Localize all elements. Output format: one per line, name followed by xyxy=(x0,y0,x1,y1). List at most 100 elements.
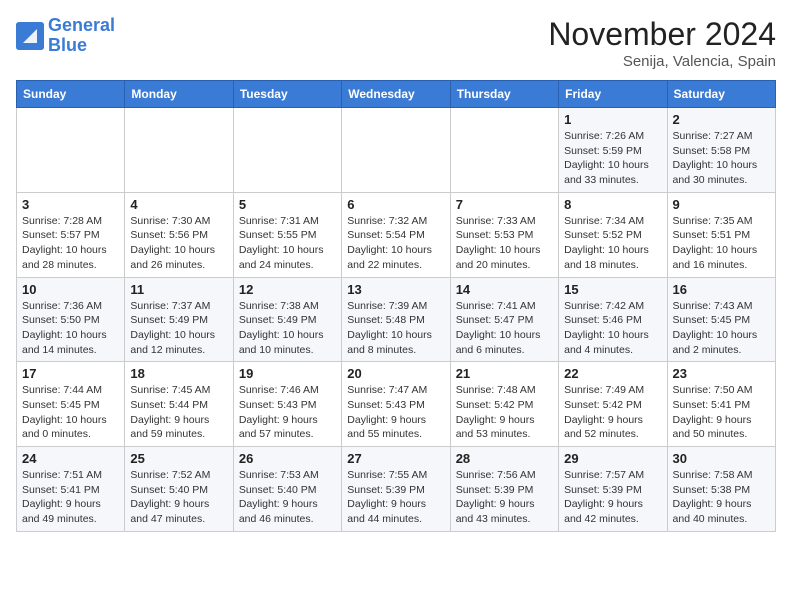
day-info: Sunrise: 7:50 AMSunset: 5:41 PMDaylight:… xyxy=(673,383,770,442)
day-info: Sunrise: 7:33 AMSunset: 5:53 PMDaylight:… xyxy=(456,214,553,273)
calendar-header: SundayMondayTuesdayWednesdayThursdayFrid… xyxy=(17,81,776,108)
calendar-cell: 7Sunrise: 7:33 AMSunset: 5:53 PMDaylight… xyxy=(450,192,558,277)
day-info: Sunrise: 7:36 AMSunset: 5:50 PMDaylight:… xyxy=(22,299,119,358)
calendar-cell: 13Sunrise: 7:39 AMSunset: 5:48 PMDayligh… xyxy=(342,277,450,362)
calendar-body: 1Sunrise: 7:26 AMSunset: 5:59 PMDaylight… xyxy=(17,108,776,532)
day-info: Sunrise: 7:53 AMSunset: 5:40 PMDaylight:… xyxy=(239,468,336,527)
day-number: 22 xyxy=(564,366,661,381)
day-number: 9 xyxy=(673,197,770,212)
calendar-cell: 17 Sunrise: 7:44 AMSunset: 5:45 PMDayligh… xyxy=(17,362,125,447)
page-header: General Blue November 2024 Senija, Valen… xyxy=(16,16,776,70)
calendar-cell: 14Sunrise: 7:41 AMSunset: 5:47 PMDayligh… xyxy=(450,277,558,362)
day-info: Sunrise: 7:38 AMSunset: 5:49 PMDaylight:… xyxy=(239,299,336,358)
calendar-cell: 1Sunrise: 7:26 AMSunset: 5:59 PMDaylight… xyxy=(559,108,667,193)
calendar-cell: 3 Sunrise: 7:28 AMSunset: 5:57 PMDaylight… xyxy=(17,192,125,277)
calendar-cell: 30 Sunrise: 7:58 AMSunset: 5:38 PMDayligh… xyxy=(667,447,775,532)
calendar-cell: 4 Sunrise: 7:30 AMSunset: 5:56 PMDaylight… xyxy=(125,192,233,277)
day-number: 1 xyxy=(564,112,661,127)
day-number: 4 xyxy=(130,197,227,212)
weekday-header-friday: Friday xyxy=(559,81,667,108)
calendar-cell: 29 Sunrise: 7:57 AMSunset: 5:39 PMDayligh… xyxy=(559,447,667,532)
weekday-header-row: SundayMondayTuesdayWednesdayThursdayFrid… xyxy=(17,81,776,108)
calendar-cell: 5 Sunrise: 7:31 AMSunset: 5:55 PMDaylight… xyxy=(233,192,341,277)
day-info: Sunrise: 7:52 AMSunset: 5:40 PMDaylight:… xyxy=(130,468,227,527)
day-number: 28 xyxy=(456,451,553,466)
title-block: November 2024 Senija, Valencia, Spain xyxy=(548,16,776,70)
calendar-cell xyxy=(342,108,450,193)
day-info: Sunrise: 7:48 AMSunset: 5:42 PMDaylight:… xyxy=(456,383,553,442)
day-info: Sunrise: 7:28 AMSunset: 5:57 PMDaylight:… xyxy=(22,214,119,273)
logo-icon xyxy=(16,22,44,50)
day-info: Sunrise: 7:32 AMSunset: 5:54 PMDaylight:… xyxy=(347,214,444,273)
calendar-cell: 2 Sunrise: 7:27 AMSunset: 5:58 PMDaylight… xyxy=(667,108,775,193)
month-title: November 2024 xyxy=(548,16,776,53)
day-info: Sunrise: 7:34 AMSunset: 5:52 PMDaylight:… xyxy=(564,214,661,273)
logo: General Blue xyxy=(16,16,115,56)
logo-text: General Blue xyxy=(48,16,115,56)
day-info: Sunrise: 7:57 AMSunset: 5:39 PMDaylight:… xyxy=(564,468,661,527)
day-info: Sunrise: 7:27 AMSunset: 5:58 PMDaylight:… xyxy=(673,129,770,188)
calendar-cell: 21Sunrise: 7:48 AMSunset: 5:42 PMDayligh… xyxy=(450,362,558,447)
calendar-table: SundayMondayTuesdayWednesdayThursdayFrid… xyxy=(16,80,776,532)
day-number: 17 xyxy=(22,366,119,381)
day-number: 8 xyxy=(564,197,661,212)
weekday-header-saturday: Saturday xyxy=(667,81,775,108)
day-info: Sunrise: 7:31 AMSunset: 5:55 PMDaylight:… xyxy=(239,214,336,273)
weekday-header-monday: Monday xyxy=(125,81,233,108)
day-number: 2 xyxy=(673,112,770,127)
calendar-cell: 28 Sunrise: 7:56 AMSunset: 5:39 PMDayligh… xyxy=(450,447,558,532)
day-number: 6 xyxy=(347,197,444,212)
day-info: Sunrise: 7:43 AMSunset: 5:45 PMDaylight:… xyxy=(673,299,770,358)
weekday-header-wednesday: Wednesday xyxy=(342,81,450,108)
calendar-cell: 12 Sunrise: 7:38 AMSunset: 5:49 PMDayligh… xyxy=(233,277,341,362)
calendar-cell: 11 Sunrise: 7:37 AMSunset: 5:49 PMDayligh… xyxy=(125,277,233,362)
location-subtitle: Senija, Valencia, Spain xyxy=(548,53,776,70)
day-number: 19 xyxy=(239,366,336,381)
calendar-cell xyxy=(17,108,125,193)
day-number: 15 xyxy=(564,282,661,297)
day-number: 25 xyxy=(130,451,227,466)
day-number: 30 xyxy=(673,451,770,466)
calendar-cell xyxy=(233,108,341,193)
day-info: Sunrise: 7:35 AMSunset: 5:51 PMDaylight:… xyxy=(673,214,770,273)
day-number: 12 xyxy=(239,282,336,297)
day-number: 5 xyxy=(239,197,336,212)
weekday-header-thursday: Thursday xyxy=(450,81,558,108)
day-info: Sunrise: 7:30 AMSunset: 5:56 PMDaylight:… xyxy=(130,214,227,273)
calendar-cell: 16Sunrise: 7:43 AMSunset: 5:45 PMDayligh… xyxy=(667,277,775,362)
week-row-2: 3 Sunrise: 7:28 AMSunset: 5:57 PMDaylight… xyxy=(17,192,776,277)
day-info: Sunrise: 7:41 AMSunset: 5:47 PMDaylight:… xyxy=(456,299,553,358)
day-info: Sunrise: 7:44 AMSunset: 5:45 PMDaylight:… xyxy=(22,383,119,442)
weekday-header-tuesday: Tuesday xyxy=(233,81,341,108)
week-row-3: 10Sunrise: 7:36 AMSunset: 5:50 PMDayligh… xyxy=(17,277,776,362)
calendar-cell: 27Sunrise: 7:55 AMSunset: 5:39 PMDayligh… xyxy=(342,447,450,532)
day-number: 27 xyxy=(347,451,444,466)
calendar-cell: 15 Sunrise: 7:42 AMSunset: 5:46 PMDayligh… xyxy=(559,277,667,362)
calendar-cell xyxy=(125,108,233,193)
day-info: Sunrise: 7:42 AMSunset: 5:46 PMDaylight:… xyxy=(564,299,661,358)
calendar-cell: 19Sunrise: 7:46 AMSunset: 5:43 PMDayligh… xyxy=(233,362,341,447)
day-number: 29 xyxy=(564,451,661,466)
calendar-cell: 9 Sunrise: 7:35 AMSunset: 5:51 PMDaylight… xyxy=(667,192,775,277)
day-info: Sunrise: 7:56 AMSunset: 5:39 PMDaylight:… xyxy=(456,468,553,527)
day-number: 11 xyxy=(130,282,227,297)
day-number: 3 xyxy=(22,197,119,212)
week-row-4: 17 Sunrise: 7:44 AMSunset: 5:45 PMDayligh… xyxy=(17,362,776,447)
calendar-cell: 6 Sunrise: 7:32 AMSunset: 5:54 PMDaylight… xyxy=(342,192,450,277)
weekday-header-sunday: Sunday xyxy=(17,81,125,108)
calendar-cell: 18Sunrise: 7:45 AMSunset: 5:44 PMDayligh… xyxy=(125,362,233,447)
day-info: Sunrise: 7:58 AMSunset: 5:38 PMDaylight:… xyxy=(673,468,770,527)
calendar-cell: 25 Sunrise: 7:52 AMSunset: 5:40 PMDayligh… xyxy=(125,447,233,532)
calendar-cell xyxy=(450,108,558,193)
day-number: 13 xyxy=(347,282,444,297)
calendar-cell: 22 Sunrise: 7:49 AMSunset: 5:42 PMDayligh… xyxy=(559,362,667,447)
calendar-cell: 26 Sunrise: 7:53 AMSunset: 5:40 PMDayligh… xyxy=(233,447,341,532)
calendar-cell: 10Sunrise: 7:36 AMSunset: 5:50 PMDayligh… xyxy=(17,277,125,362)
calendar-cell: 8 Sunrise: 7:34 AMSunset: 5:52 PMDaylight… xyxy=(559,192,667,277)
day-info: Sunrise: 7:37 AMSunset: 5:49 PMDaylight:… xyxy=(130,299,227,358)
day-number: 26 xyxy=(239,451,336,466)
day-info: Sunrise: 7:45 AMSunset: 5:44 PMDaylight:… xyxy=(130,383,227,442)
calendar-cell: 20Sunrise: 7:47 AMSunset: 5:43 PMDayligh… xyxy=(342,362,450,447)
calendar-cell: 23Sunrise: 7:50 AMSunset: 5:41 PMDayligh… xyxy=(667,362,775,447)
day-info: Sunrise: 7:49 AMSunset: 5:42 PMDaylight:… xyxy=(564,383,661,442)
